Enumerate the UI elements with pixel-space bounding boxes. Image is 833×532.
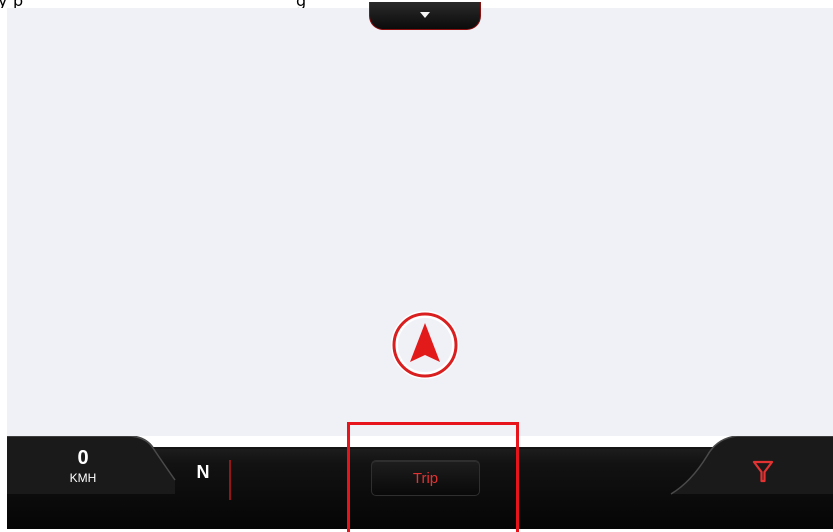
navigation-arrow-icon [391,311,459,379]
chevron-down-icon [420,12,430,18]
compass-heading[interactable]: N [191,461,215,483]
top-text-right: g [296,0,306,8]
highlight-box [347,422,519,532]
filter-icon[interactable] [752,459,774,483]
pull-down-tab[interactable] [369,2,481,30]
speed-value: 0 [77,447,89,469]
speed-unit: KMH [69,471,97,485]
top-text-left: y p [0,0,23,8]
